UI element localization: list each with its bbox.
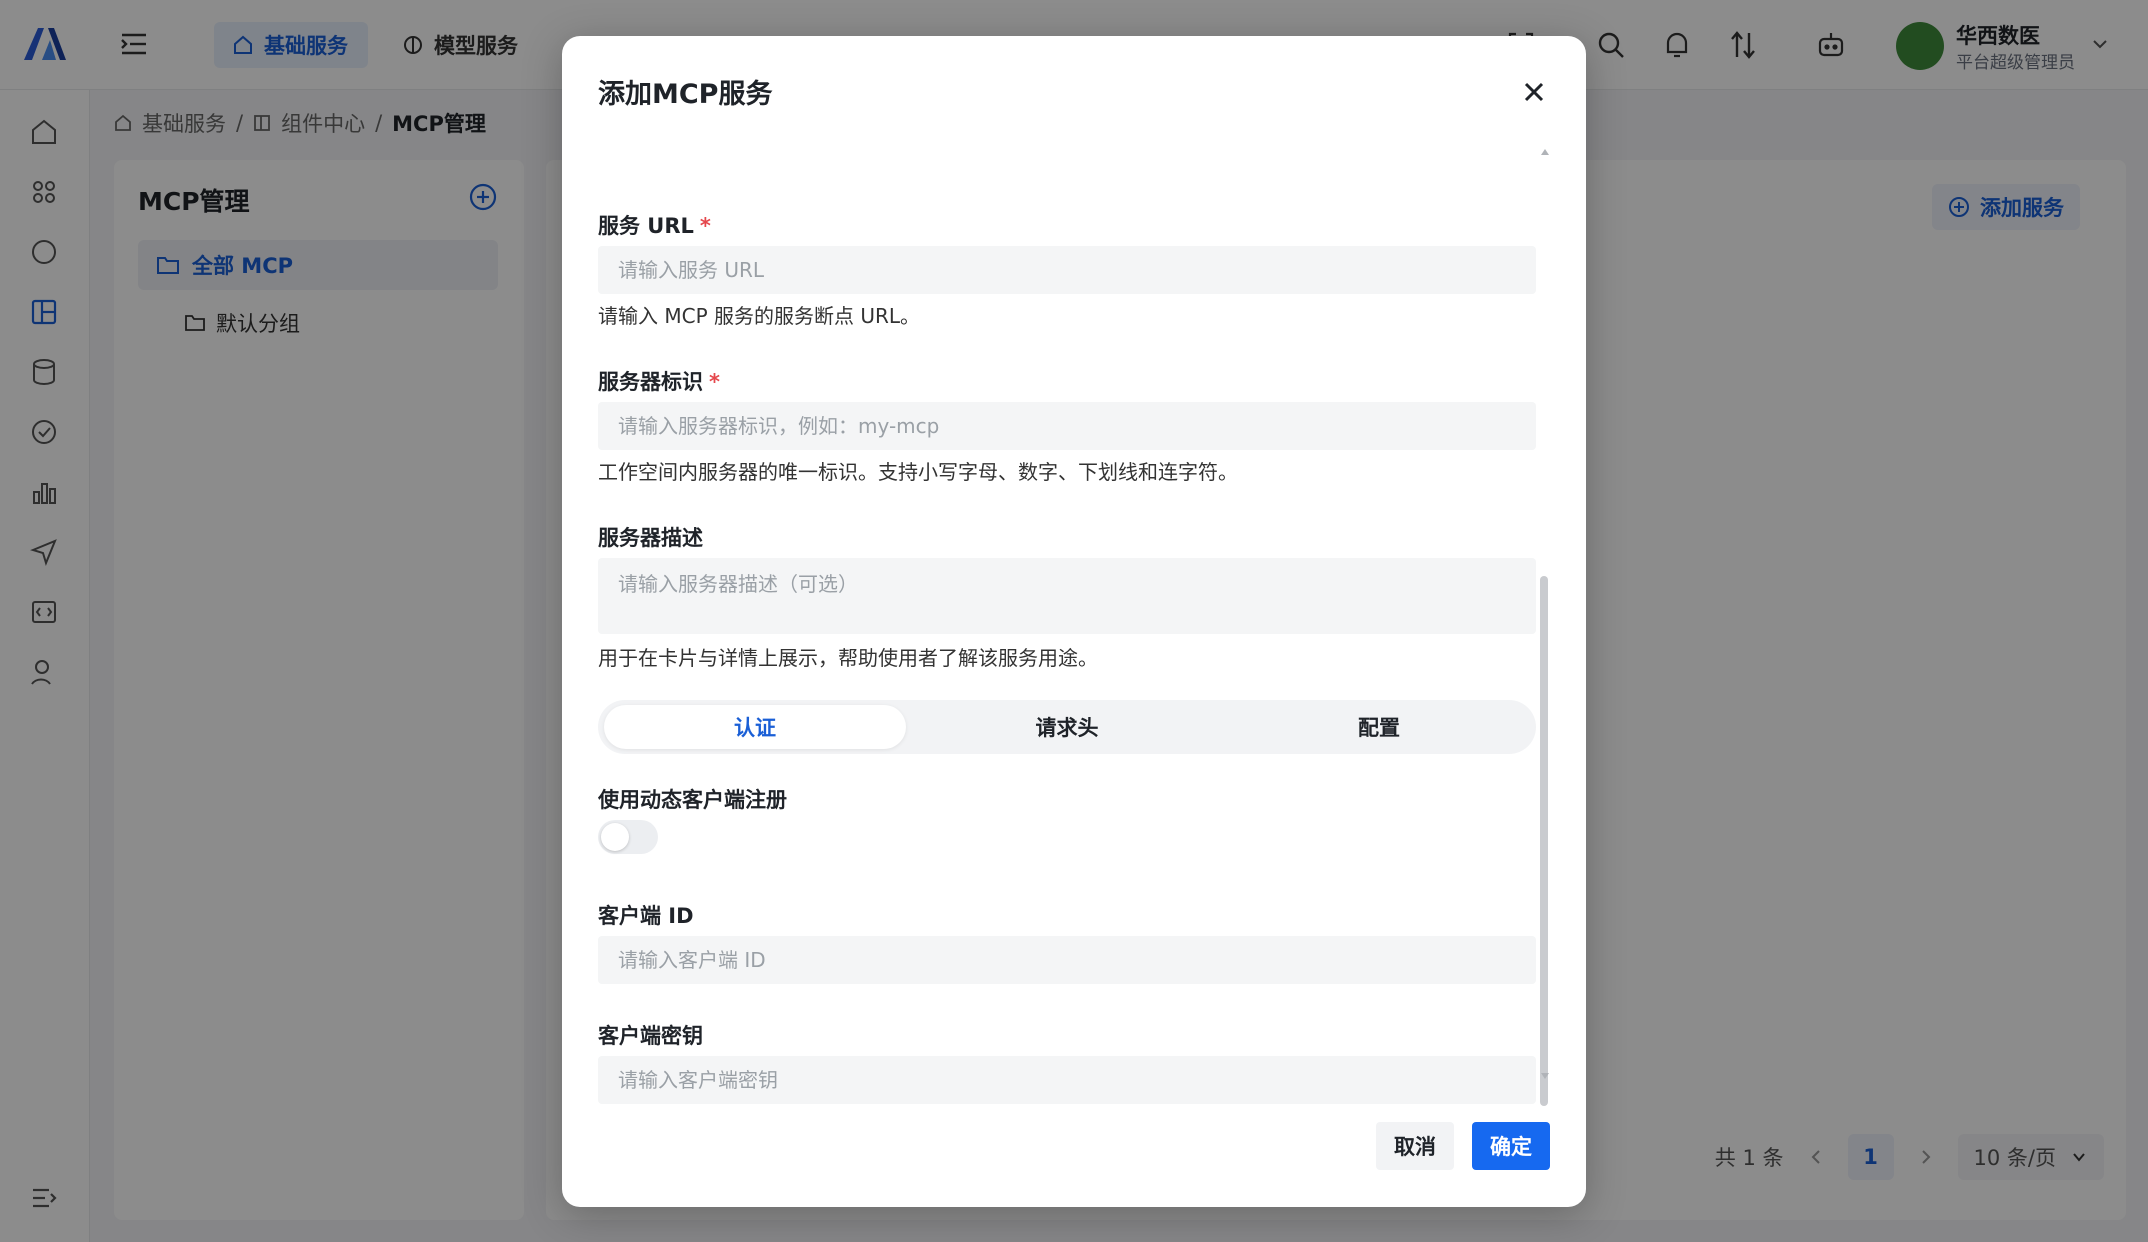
scrollbar-thumb[interactable] xyxy=(1540,576,1548,1106)
toggle-knob xyxy=(601,823,629,851)
cancel-button[interactable]: 取消 xyxy=(1376,1122,1454,1170)
identifier-label: 服务器标识 * xyxy=(598,366,720,396)
client-secret-input[interactable] xyxy=(598,1056,1536,1104)
client-secret-label: 客户端密钥 xyxy=(598,1024,703,1048)
scroll-down-arrow-icon[interactable] xyxy=(1538,1070,1552,1082)
add-mcp-service-dialog: 添加MCP服务 服务 URL* 请输入 MCP 服务的服务断点 URL。 服务器… xyxy=(562,36,1586,1207)
required-mark: * xyxy=(709,370,720,394)
scroll-up-arrow-icon[interactable] xyxy=(1538,146,1552,158)
client-id-input[interactable] xyxy=(598,936,1536,984)
service-url-input[interactable] xyxy=(598,246,1536,294)
description-help-text: 用于在卡片与详情上展示，帮助使用者了解该服务用途。 xyxy=(598,646,1098,670)
required-mark: * xyxy=(699,214,711,238)
dialog-body: 服务 URL* 请输入 MCP 服务的服务断点 URL。 服务器标识* 工作空间… xyxy=(598,166,1538,1116)
url-help-text: 请输入 MCP 服务的服务断点 URL。 xyxy=(598,304,921,328)
url-label-text: 服务 URL xyxy=(598,214,694,238)
tab-config[interactable]: 配置 xyxy=(1228,705,1530,749)
description-label: 服务器描述 xyxy=(598,526,703,550)
url-label: 服务 URL * xyxy=(598,210,711,240)
dynamic-registration-toggle[interactable] xyxy=(598,820,658,854)
identifier-label-text: 服务器标识 xyxy=(598,370,703,394)
server-identifier-input[interactable] xyxy=(598,402,1536,450)
dialog-title: 添加MCP服务 xyxy=(598,79,773,110)
dynamic-registration-label: 使用动态客户端注册 xyxy=(598,788,787,812)
tab-auth[interactable]: 认证 xyxy=(604,705,906,749)
identifier-help-text: 工作空间内服务器的唯一标识。支持小写字母、数字、下划线和连字符。 xyxy=(598,460,1238,484)
tab-headers[interactable]: 请求头 xyxy=(916,705,1218,749)
close-icon[interactable] xyxy=(1518,76,1550,108)
config-tabs: 认证 请求头 配置 xyxy=(598,700,1536,754)
confirm-button[interactable]: 确定 xyxy=(1472,1122,1550,1170)
client-id-label: 客户端 ID xyxy=(598,904,694,928)
server-description-textarea[interactable] xyxy=(598,558,1536,634)
